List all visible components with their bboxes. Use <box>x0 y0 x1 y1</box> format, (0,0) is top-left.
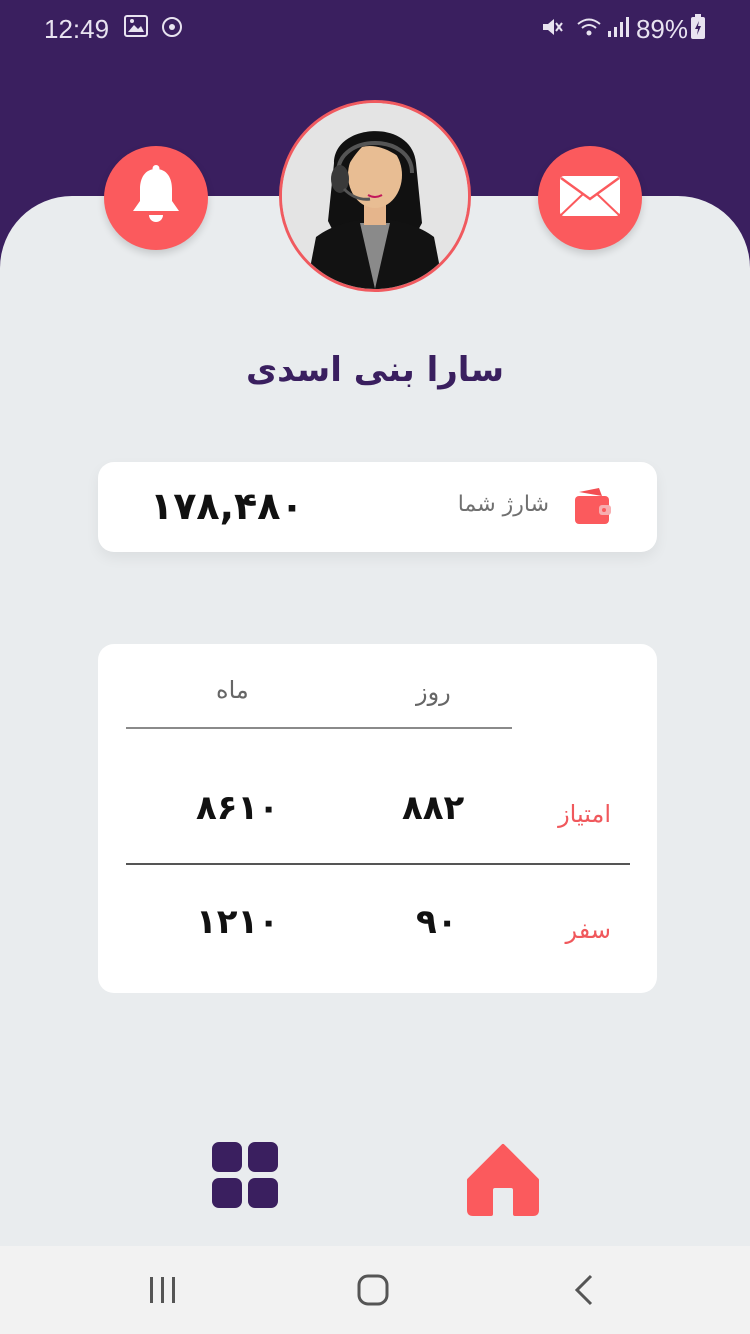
system-navigation-bar <box>0 1246 750 1334</box>
grid-icon-cell <box>248 1178 278 1208</box>
signal-icon <box>606 15 630 44</box>
status-bar: 12:49 89% <box>0 0 750 58</box>
user-name: سارا بنی اسدی <box>245 350 505 390</box>
home-icon <box>463 1144 543 1224</box>
mail-icon <box>559 175 621 221</box>
back-button[interactable] <box>524 1246 644 1334</box>
row-divider <box>126 863 630 865</box>
status-time: 12:49 <box>44 14 110 44</box>
avatar[interactable] <box>279 100 471 292</box>
balance-amount: ۱۷۸,۴۸۰ <box>150 484 304 528</box>
gallery-icon <box>124 15 148 42</box>
sync-icon <box>160 15 184 44</box>
balance-card[interactable]: ۱۷۸,۴۸۰ شارژ شما <box>98 462 657 552</box>
mute-icon <box>540 15 564 44</box>
wallet-icon <box>573 486 613 532</box>
grid-tab[interactable] <box>212 1142 280 1210</box>
column-header-day: روز <box>416 678 451 706</box>
recent-apps-icon <box>150 1277 175 1303</box>
home-circle-icon <box>357 1274 389 1306</box>
support-agent-avatar <box>282 103 468 289</box>
row-label-points: امتیاز <box>558 800 611 828</box>
points-day-value: ۸۸۲ <box>402 788 465 828</box>
balance-label: شارژ شما <box>457 492 549 517</box>
wifi-icon <box>576 15 602 44</box>
messages-button[interactable] <box>538 146 642 250</box>
battery-icon <box>690 14 706 45</box>
grid-icon <box>212 1142 242 1172</box>
trips-month-value: ۱۲۱۰ <box>196 902 280 942</box>
points-month-value: ۸۶۱۰ <box>196 788 280 828</box>
home-system-button[interactable] <box>313 1246 433 1334</box>
bell-icon <box>128 165 184 231</box>
stats-table: روز ماه امتیاز ۸۸۲ ۸۶۱۰ سفر ۹۰ ۱۲۱۰ <box>98 644 657 993</box>
column-header-month: ماه <box>216 676 249 704</box>
back-arrow-icon <box>574 1274 593 1306</box>
row-label-trips: سفر <box>565 916 612 944</box>
battery-percent: 89% <box>635 14 688 44</box>
notifications-button[interactable] <box>104 146 208 250</box>
grid-icon-cell <box>212 1178 242 1208</box>
home-tab[interactable] <box>463 1140 543 1224</box>
header-divider <box>126 727 512 729</box>
recent-apps-button[interactable] <box>103 1246 223 1334</box>
trips-day-value: ۹۰ <box>416 902 458 942</box>
grid-icon-cell <box>248 1142 278 1172</box>
